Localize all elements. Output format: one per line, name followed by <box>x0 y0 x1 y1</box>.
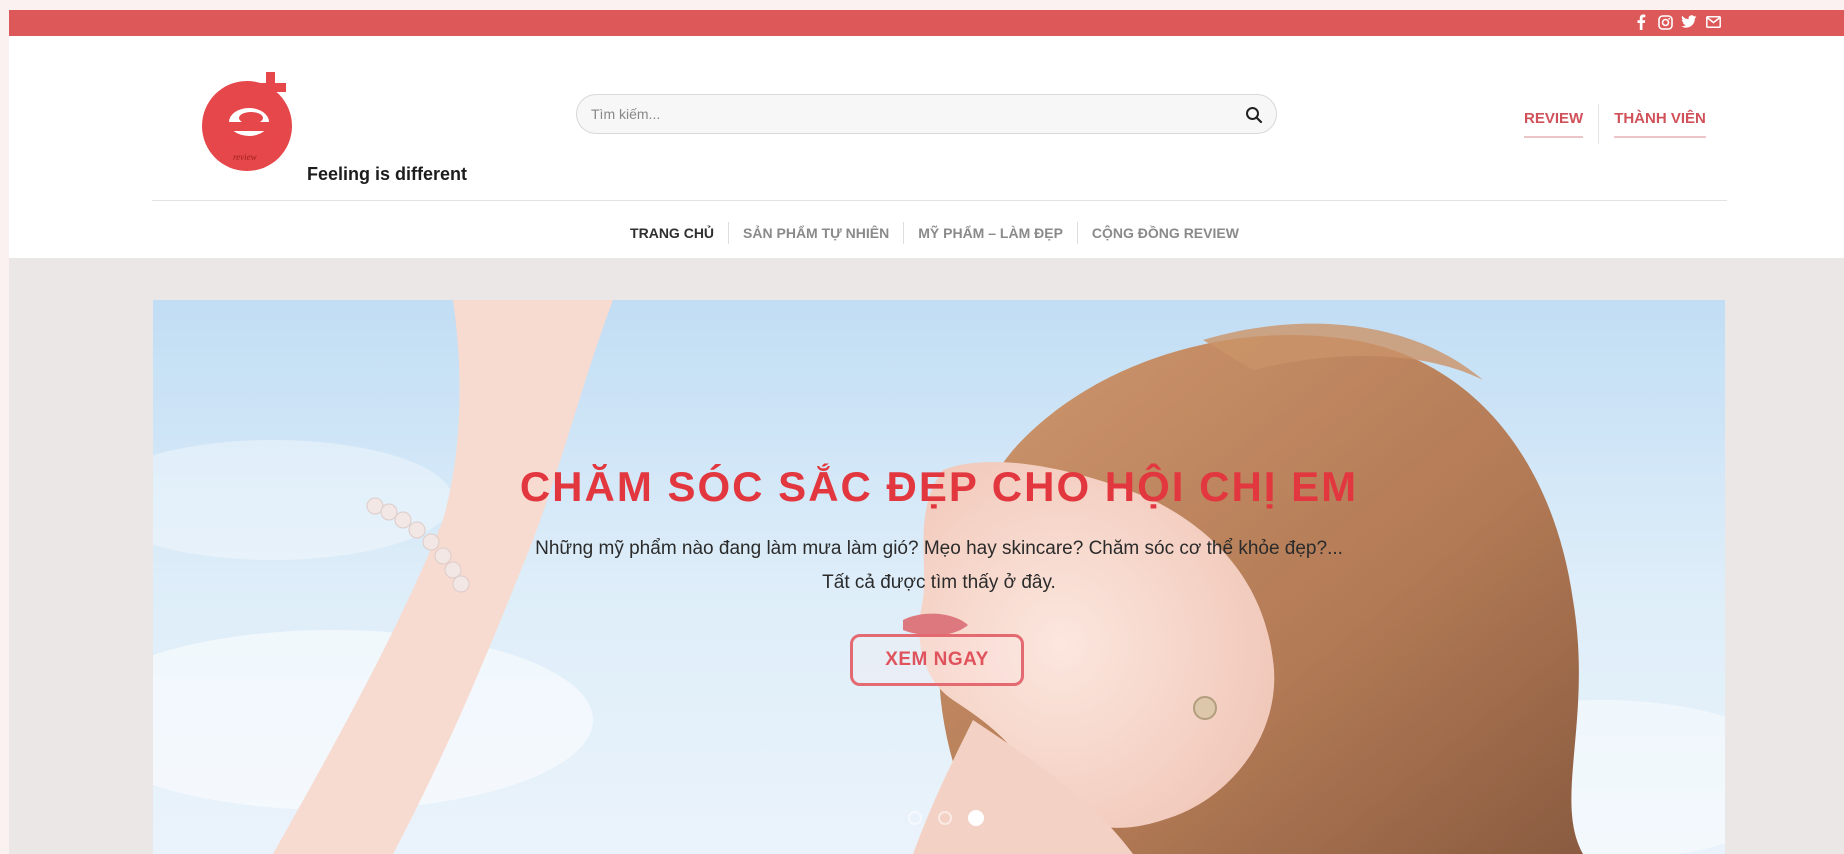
main-content: CHĂM SÓC SẮC ĐẸP CHO HỘI CHỊ EM Những mỹ… <box>9 258 1844 854</box>
facebook-icon[interactable] <box>1632 13 1650 31</box>
search-input[interactable] <box>591 95 1211 133</box>
hero-slider: CHĂM SÓC SẮC ĐẸP CHO HỘI CHỊ EM Những mỹ… <box>153 300 1725 854</box>
hero-title: CHĂM SÓC SẮC ĐẸP CHO HỘI CHỊ EM <box>519 463 1359 510</box>
slider-dots <box>908 810 984 826</box>
slider-dot-1[interactable] <box>908 811 922 825</box>
view-now-button[interactable]: XEM NGAY <box>850 634 1024 686</box>
social-links <box>1632 13 1722 31</box>
member-link[interactable]: THÀNH VIÊN <box>1599 104 1721 144</box>
hero-text-line-1: Những mỹ phẩm nào đang làm mưa làm gió? … <box>535 538 1343 559</box>
nav-item-home[interactable]: TRANG CHỦ <box>616 222 728 244</box>
top-bar <box>9 10 1844 36</box>
review-link[interactable]: REVIEW <box>1509 104 1598 144</box>
search-icon <box>1246 107 1263 124</box>
hero-description: Những mỹ phẩm nào đang làm mưa làm gió? … <box>153 532 1725 600</box>
slider-dot-2[interactable] <box>938 811 952 825</box>
header-divider <box>152 200 1727 201</box>
nav-item-cosmetics[interactable]: MỸ PHẨM – LÀM ĐẸP <box>904 222 1077 244</box>
logo-small-text: review <box>233 152 257 162</box>
search-button[interactable] <box>1242 103 1266 127</box>
search-box <box>576 94 1277 134</box>
instagram-icon[interactable] <box>1656 13 1674 31</box>
slider-dot-3[interactable] <box>968 810 984 826</box>
account-links: REVIEW THÀNH VIÊN <box>1509 100 1721 148</box>
nav-item-community[interactable]: CỘNG ĐỒNG REVIEW <box>1078 222 1253 244</box>
hero-text-line-2: Tất cả được tìm thấy ở đây. <box>822 572 1056 593</box>
nav-item-natural-products[interactable]: SẢN PHẨM TỰ NHIÊN <box>729 222 903 244</box>
logo-tagline: Feeling is different <box>307 164 468 184</box>
envelope-icon[interactable] <box>1704 13 1722 31</box>
page: review Feeling is different REVIEW THÀNH… <box>9 10 1844 854</box>
site-header: review Feeling is different REVIEW THÀNH… <box>9 36 1844 268</box>
main-nav: TRANG CHỦ SẢN PHẨM TỰ NHIÊN MỸ PHẨM – LÀ… <box>9 222 1844 244</box>
twitter-icon[interactable] <box>1680 13 1698 31</box>
